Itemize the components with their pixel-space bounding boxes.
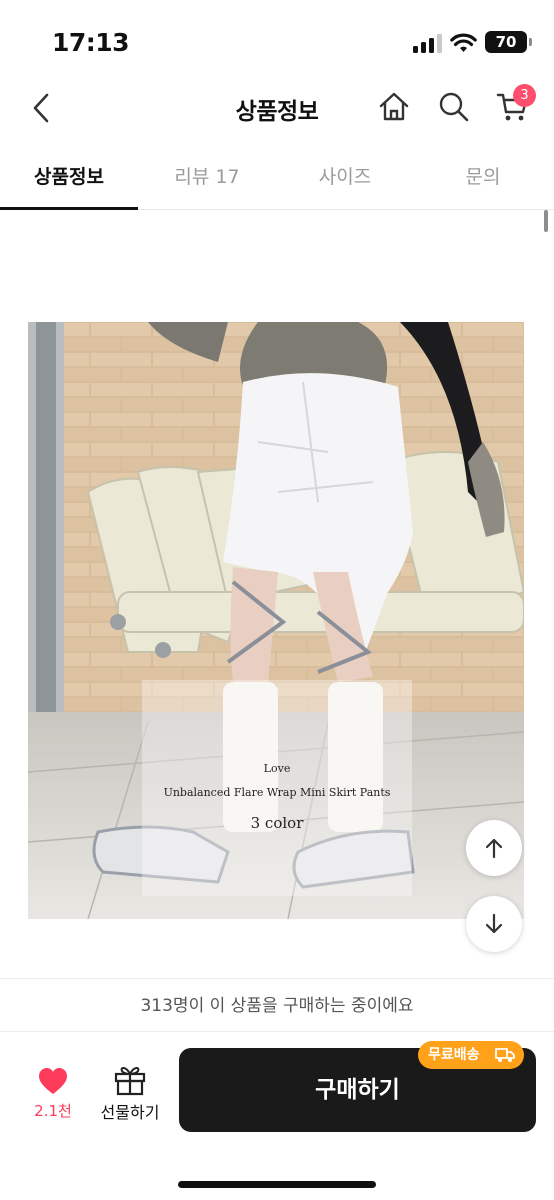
status-bar: 17:13 70 [0,0,554,76]
top-nav: 상품정보 [0,76,554,140]
active-tab-indicator [0,207,138,210]
purchasing-now-notice: 313명이 이 상품을 구매하는 중이에요 [0,978,554,1032]
arrow-down-icon [485,913,503,934]
scroll-to-bottom-button[interactable] [466,896,522,952]
gift-icon[interactable] [112,1064,148,1096]
heart-icon[interactable] [30,1066,76,1096]
search-icon[interactable] [437,90,471,124]
product-info-page: 17:13 70 상품정보 3 상품정보 리뷰 17 사이즈 문의 Love U… [0,0,554,1200]
product-caption-overlay: Love Unbalanced Flare Wrap Mini Skirt Pa… [142,680,412,896]
caption-color-count: 3 color [250,814,304,832]
like-count: 2.1천 [34,1102,72,1120]
gift-button-label[interactable]: 선물하기 [90,1099,170,1123]
section-tabs: 상품정보 리뷰 17 사이즈 문의 [0,150,554,210]
tab-size[interactable]: 사이즈 [276,162,414,189]
wifi-icon [450,33,477,52]
cellular-signal-icon [413,33,443,53]
caption-brand: Love [263,762,291,775]
tab-reviews[interactable]: 리뷰 17 [138,162,276,189]
truck-icon [495,1048,515,1062]
battery-indicator: 70 [485,31,532,53]
tab-product-info[interactable]: 상품정보 [0,162,138,189]
tab-inquiry[interactable]: 문의 [414,162,552,189]
cart-count-badge: 3 [513,84,536,107]
home-indicator[interactable] [178,1181,376,1188]
scrollbar[interactable] [544,210,548,232]
free-shipping-label: 무료배송 [428,1047,480,1063]
scroll-to-top-button[interactable] [466,820,522,876]
home-icon[interactable] [377,90,411,124]
free-shipping-badge: 무료배송 [418,1041,524,1069]
caption-product-name: Unbalanced Flare Wrap Mini Skirt Pants [163,786,391,799]
status-time: 17:13 [52,28,130,57]
arrow-up-icon [485,838,503,859]
